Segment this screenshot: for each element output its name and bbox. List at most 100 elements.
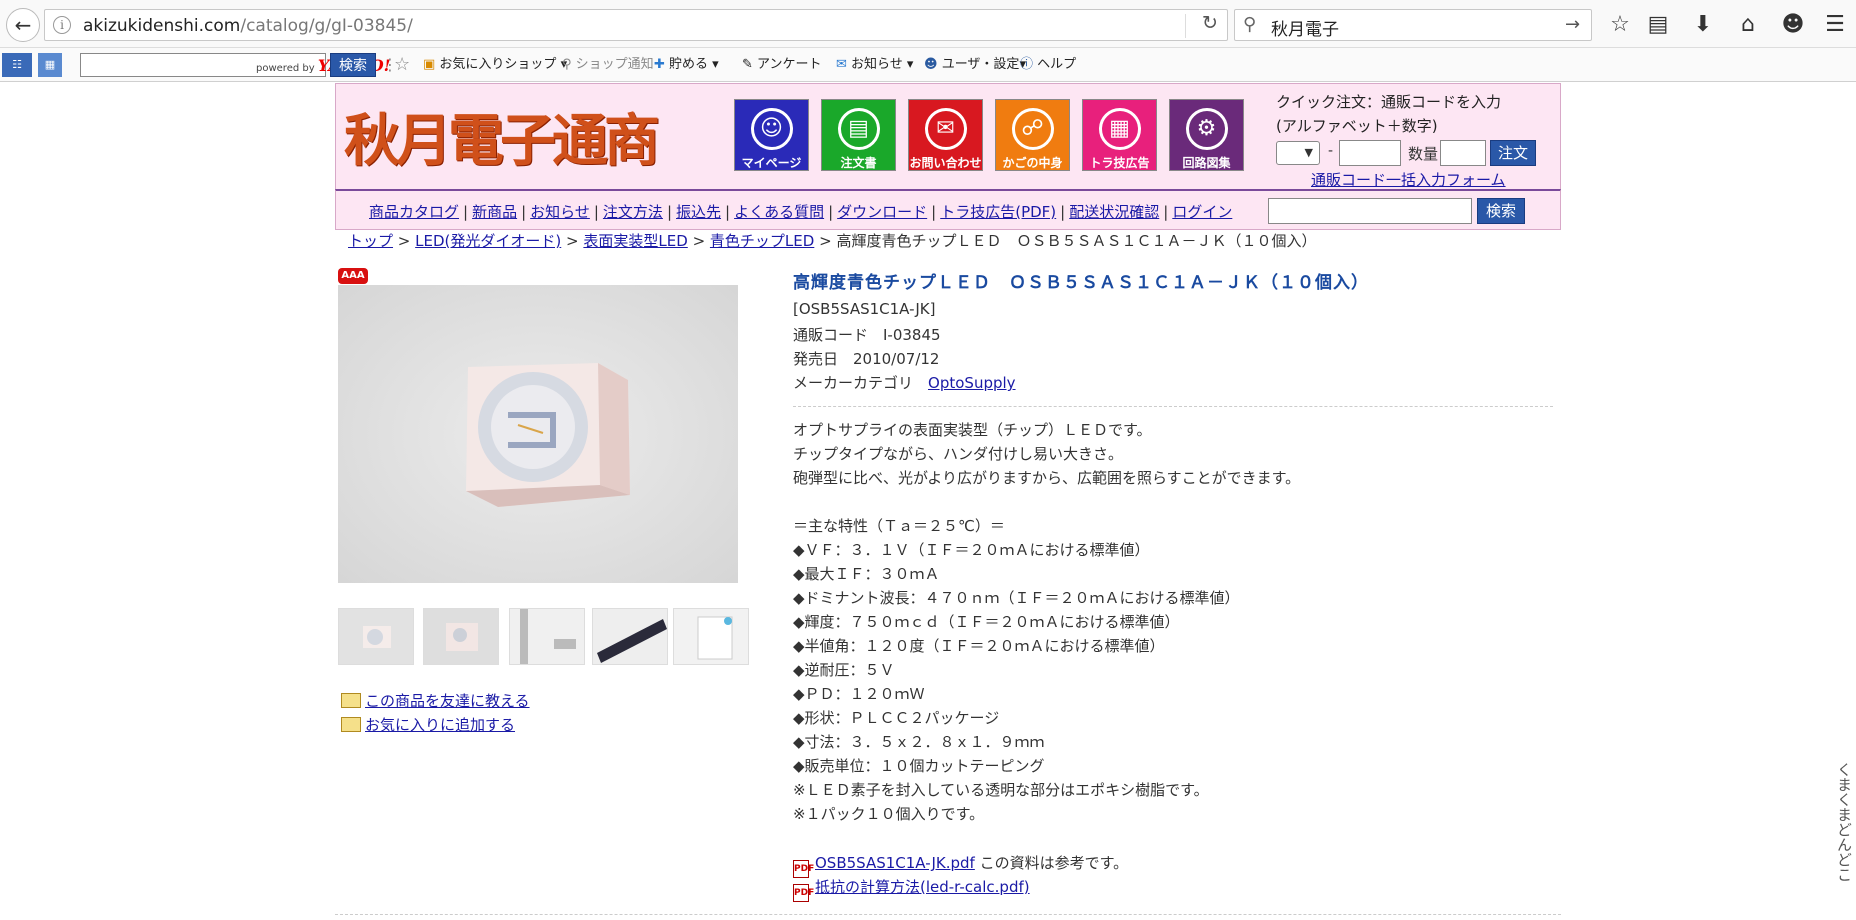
breadcrumb: トップ > LED(発光ダイオード) > 表面実装型LED > 青色チップLED… (348, 232, 1317, 250)
search-icon: ⚲ (1243, 14, 1257, 35)
help-icon: ⓘ (1020, 57, 1038, 72)
share-friend[interactable]: この商品を友達に教える (341, 690, 530, 711)
shop-notice-button[interactable]: ⚲ ショップ通知 (562, 53, 654, 77)
product-thumb-1[interactable] (338, 608, 414, 665)
coin-icon: ✚ (654, 57, 670, 72)
breadcrumb-top[interactable]: トップ (348, 232, 393, 250)
nav-payment[interactable]: 振込先 (676, 203, 721, 221)
download-arrow-icon[interactable]: ⬇ (1686, 10, 1720, 40)
survey-button[interactable]: ✎ アンケート (742, 53, 822, 77)
toragi-ad-button[interactable]: ▦ トラ技広告 (1082, 99, 1157, 171)
contact-button[interactable]: ✉ お問い合わせ (908, 99, 983, 171)
product-thumb-4[interactable] (592, 608, 668, 665)
product-title: 高輝度青色チップＬＥＤ ＯＳＢ５ＳＡＳ１Ｃ１Ａ－ＪＫ（１０個入） (793, 273, 1369, 293)
add-favorite[interactable]: お気に入りに追加する (341, 714, 515, 735)
reading-list-icon[interactable]: ▤ (1641, 10, 1675, 40)
datasheet-link[interactable]: OSB5SAS1C1A-JK.pdf (815, 854, 975, 872)
desc-line: ◆逆耐圧：５Ｖ (793, 661, 895, 679)
translate-icon[interactable]: ☷ (2, 53, 32, 77)
person-icon: ☺ (750, 108, 793, 150)
mypage-button[interactable]: ☺ マイページ (734, 99, 809, 171)
url-path: /catalog/g/gI-03845/ (240, 16, 413, 36)
browser-search-box[interactable]: ⚲ 秋月電子 → (1234, 9, 1592, 41)
product-thumb-3[interactable] (509, 608, 585, 665)
nav-login[interactable]: ログイン (1172, 203, 1232, 221)
url-text[interactable]: akizukidenshi.com/catalog/g/gI-03845/ (83, 16, 413, 36)
site-search-input[interactable] (1268, 198, 1472, 224)
fav-shop-button[interactable]: ▣ お気に入りショップ ▾ (423, 53, 567, 77)
product-model: [OSB5SAS1C1A-JK] (793, 300, 936, 318)
product-thumb-2[interactable] (423, 608, 499, 665)
back-arrow-icon[interactable]: ← (6, 8, 40, 42)
favorite-folder-icon (341, 717, 361, 732)
yahoo-search-input[interactable]: powered by YAHOO! (80, 53, 391, 77)
circuit-book-button[interactable]: ⚙ 回路図集 (1169, 99, 1244, 171)
circuit-book-icon: ⚙ (1185, 108, 1228, 150)
desc-line: ◆ＰＤ：１２０ｍＷ (793, 685, 925, 703)
quick-code-prefix-select[interactable]: ▼ (1276, 141, 1320, 165)
nav-links: 商品カタログ | 新商品 | お知らせ | 注文方法 | 振込先 | よくある質問 | ダウンロード | ト… (369, 203, 1233, 221)
desc-line: ＝主な特性（Ｔａ＝２５℃）＝ (793, 517, 1005, 535)
breadcrumb-led[interactable]: LED(発光ダイオード) (415, 232, 561, 250)
browser-navbar: ← i akizukidenshi.com/catalog/g/gI-03845… (0, 0, 1856, 48)
desc-line: ◆輝度：７５０ｍｃｄ（ＩＦ＝２０ｍＡにおける標準値） (793, 613, 1180, 631)
desc-line: 砲弾型に比べ、光がより広がりますから、広範囲を照らすことができます。 (793, 469, 1301, 487)
breadcrumb-blue-chip-led[interactable]: 青色チップLED (710, 232, 814, 250)
help-button[interactable]: ⓘ ヘルプ (1020, 53, 1076, 77)
site-logo[interactable]: 秋月電子通商 (344, 96, 660, 177)
product-main-image[interactable] (338, 285, 738, 583)
product-thumb-5[interactable] (673, 608, 749, 665)
bulk-order-link[interactable]: 通販コード一括入力フォーム (1311, 169, 1506, 190)
desc-line: ※１パック１０個入りです。 (793, 805, 985, 823)
nav-faq[interactable]: よくある質問 (734, 203, 824, 221)
nav-how-to-order[interactable]: 注文方法 (603, 203, 663, 221)
desc-line: ◆販売単位：１０個カットテーピング (793, 757, 1045, 775)
nav-delivery-status[interactable]: 配送状況確認 (1069, 203, 1159, 221)
site-header: 秋月電子通商 ☺ マイページ ▤ 注文書 ✉ お問い合わせ ☍ かごの中身 ▦ トラ技広告… (335, 83, 1561, 189)
url-divider (1185, 14, 1186, 38)
site-search-button[interactable]: 検索 (1477, 198, 1525, 224)
star-icon[interactable]: ☆ (394, 53, 410, 77)
product-code: 通販コード I-03845 (793, 326, 941, 344)
info-icon[interactable]: i (53, 16, 71, 34)
nav-catalog[interactable]: 商品カタログ (369, 203, 459, 221)
quick-order-button[interactable]: 注文 (1490, 140, 1536, 166)
home-icon[interactable]: ⌂ (1731, 10, 1765, 40)
shop-icon: ▣ (423, 57, 440, 72)
save-points-button[interactable]: ✚ 貯める ▾ (654, 53, 719, 77)
nav-new-products[interactable]: 新商品 (472, 203, 517, 221)
site-icon[interactable]: ▦ (38, 53, 62, 77)
addon-toolbar: ☷ ▦ powered by YAHOO! 検索 ⋮ ☆ ▣ お気に入りショップ… (0, 48, 1856, 82)
yahoo-search-button[interactable]: 検索 (330, 53, 376, 77)
datasheet-row: PDFOSB5SAS1C1A-JK.pdf この資料は参考です。 (793, 852, 1128, 878)
share-friend-link[interactable]: この商品を友達に教える (365, 692, 530, 710)
nav-news[interactable]: お知らせ (530, 203, 590, 221)
cart-button[interactable]: ☍ かごの中身 (995, 99, 1070, 171)
quick-code-input[interactable] (1339, 140, 1401, 166)
inbox-icon: ✉ (836, 57, 852, 72)
search-go-arrow-icon[interactable]: → (1565, 14, 1580, 35)
order-form-icon: ▤ (837, 108, 880, 150)
desc-line: ◆寸法：３．５ｘ２．８ｘ１．９ｍｍ (793, 733, 1045, 751)
cart-icon: ☍ (1011, 108, 1054, 150)
bookmark-star-icon[interactable]: ☆ (1603, 10, 1637, 40)
product-release-date: 発売日 2010/07/12 (793, 350, 940, 368)
reload-icon[interactable]: ↻ (1195, 12, 1225, 40)
notice-button[interactable]: ✉ お知らせ ▾ (836, 53, 913, 77)
maker-label: メーカーカテゴリ (793, 374, 914, 392)
quick-qty-input[interactable] (1440, 140, 1486, 166)
menu-hamburger-icon[interactable]: ☰ (1818, 10, 1852, 40)
resistor-calc-link[interactable]: 抵抗の計算方法(led-r-calc.pdf) (815, 878, 1030, 896)
order-form-button[interactable]: ▤ 注文書 (821, 99, 896, 171)
breadcrumb-smd-led[interactable]: 表面実装型LED (583, 232, 687, 250)
user-settings-button[interactable]: ☻ ユーザ・設定▾ (924, 53, 1026, 77)
nav-toragi-pdf[interactable]: トラ技広告(PDF) (940, 203, 1056, 221)
address-bar[interactable]: i akizukidenshi.com/catalog/g/gI-03845/ … (44, 9, 1228, 41)
nav-download[interactable]: ダウンロード (837, 203, 927, 221)
pdf-icon: PDF (793, 884, 814, 902)
rank-badge: AAA (338, 268, 368, 284)
maker-link[interactable]: OptoSupply (928, 374, 1016, 392)
add-favorite-link[interactable]: お気に入りに追加する (365, 716, 515, 734)
divider (335, 914, 1561, 915)
smiley-feedback-icon[interactable]: ☻ (1776, 10, 1810, 40)
